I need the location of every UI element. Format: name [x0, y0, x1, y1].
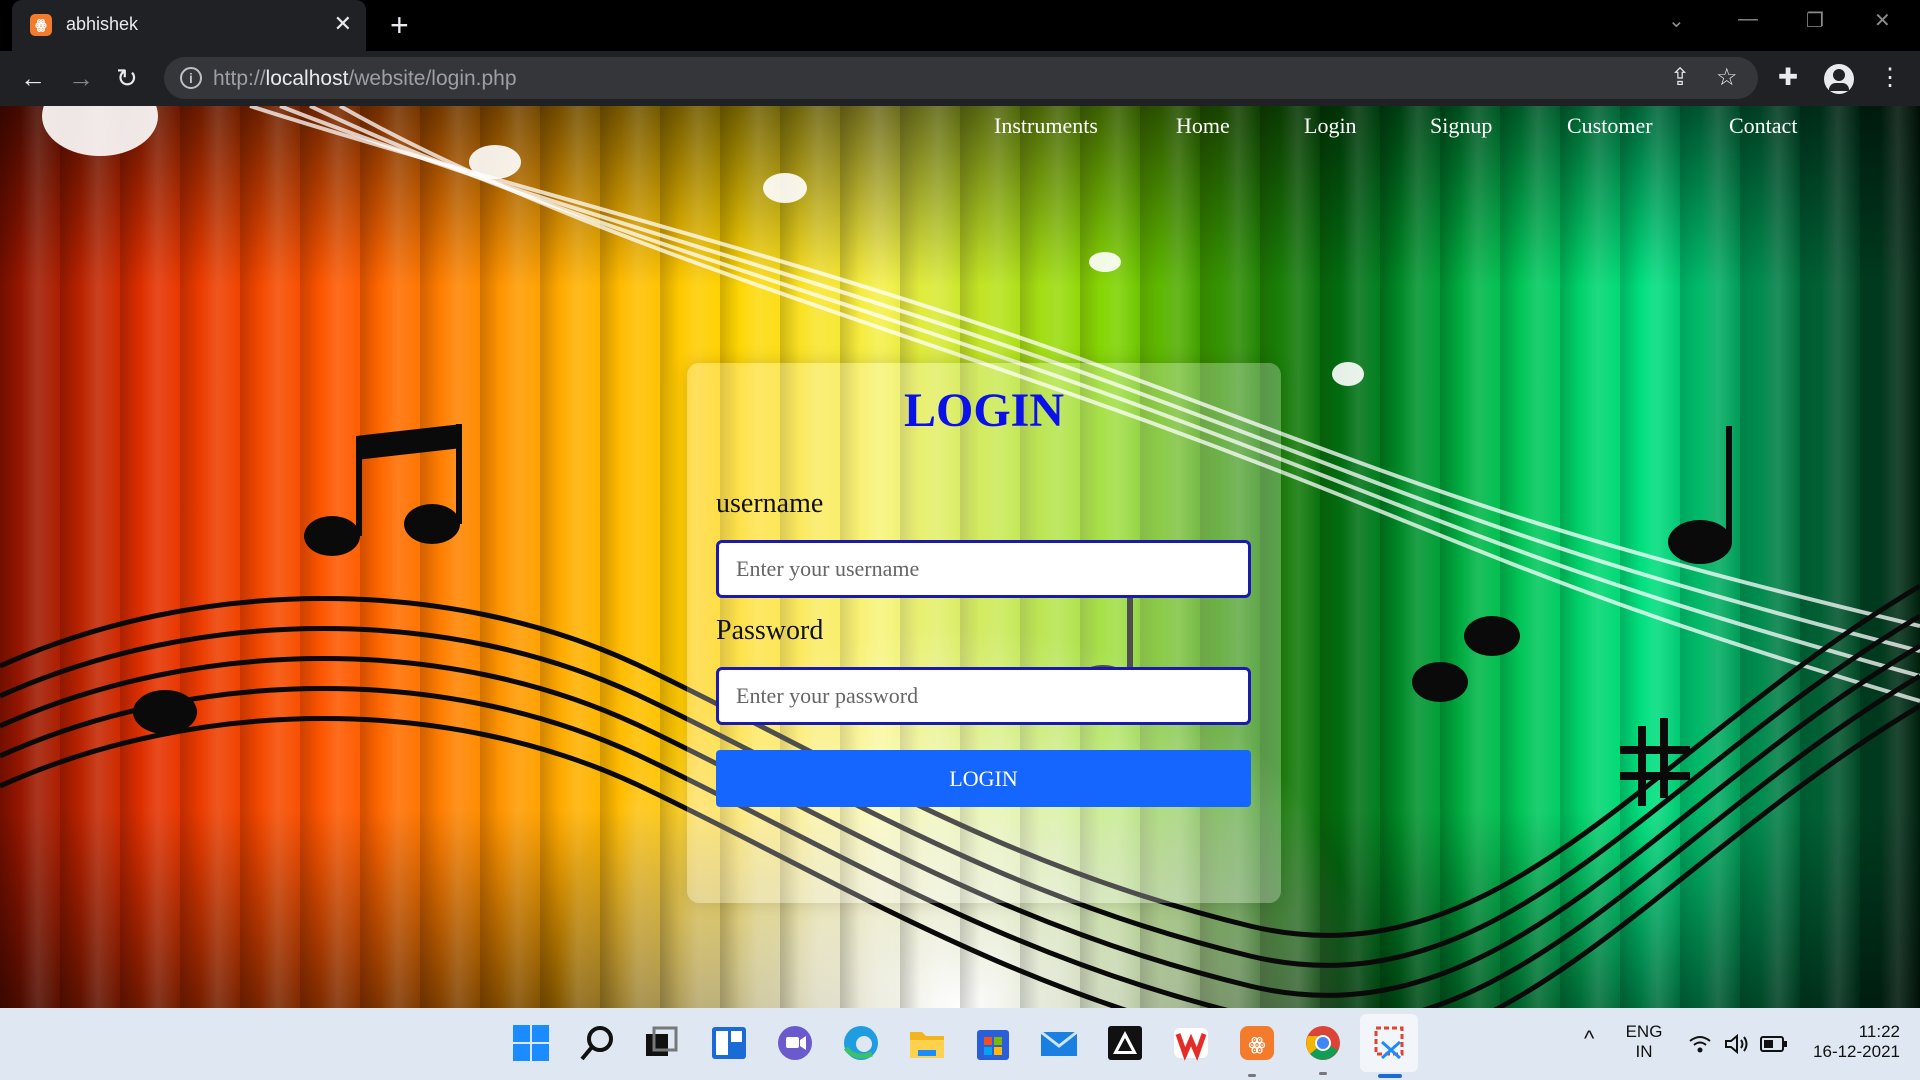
browser-titlebar: ꙮ abhishek ✕ + ⌄ — ❐ ✕: [0, 0, 1920, 51]
nav-customer[interactable]: Customer: [1567, 113, 1653, 139]
reload-button[interactable]: ↻: [116, 63, 138, 93]
windows-taskbar: ꙮ ^ ENG IN 11:22 16-12-2021: [0, 1008, 1920, 1080]
web-page: Instruments Home Login Signup Customer C…: [0, 106, 1920, 1008]
restore-button[interactable]: ❐: [1806, 8, 1824, 33]
wifi-icon[interactable]: [1688, 1034, 1712, 1054]
show-hidden-icons-icon[interactable]: ^: [1584, 1026, 1594, 1052]
browser-toolbar: ← → ↻ i http://localhost/website/login.p…: [0, 51, 1920, 106]
password-label: Password: [716, 615, 824, 646]
back-button[interactable]: ←: [20, 63, 46, 93]
language-code: ENG: [1625, 1022, 1663, 1041]
username-input[interactable]: [716, 540, 1251, 598]
nav-instruments[interactable]: Instruments: [994, 113, 1098, 139]
chrome-icon[interactable]: [1302, 1022, 1344, 1064]
extensions-icon[interactable]: ✚: [1778, 63, 1798, 92]
clock-date: 16-12-2021: [1813, 1042, 1900, 1061]
login-title: LOGIN: [903, 384, 1065, 437]
nav-login[interactable]: Login: [1304, 113, 1357, 139]
mail-icon[interactable]: [1038, 1022, 1080, 1064]
bookmark-star-icon[interactable]: ☆: [1716, 63, 1738, 92]
url-text[interactable]: http://localhost/website/login.php: [213, 67, 517, 91]
edge-icon[interactable]: [840, 1022, 882, 1064]
tab-title: abhishek: [66, 14, 139, 34]
nav-signup[interactable]: Signup: [1430, 113, 1492, 139]
wps-office-icon[interactable]: [1170, 1022, 1212, 1064]
tab-search-icon[interactable]: ⌄: [1668, 8, 1685, 33]
nav-home[interactable]: Home: [1176, 113, 1230, 139]
username-label: username: [716, 488, 824, 519]
language-indicator[interactable]: ENG IN: [1624, 1022, 1664, 1062]
snipping-tool-icon[interactable]: [1368, 1022, 1410, 1064]
url-path: /website/login.php: [348, 67, 517, 90]
xampp-running-indicator: [1248, 1074, 1256, 1077]
new-tab-button[interactable]: +: [390, 9, 409, 41]
language-region: IN: [1635, 1042, 1653, 1061]
nav-contact[interactable]: Contact: [1729, 113, 1797, 139]
chat-icon[interactable]: [774, 1022, 816, 1064]
xampp-icon[interactable]: ꙮ: [1236, 1022, 1278, 1064]
clock[interactable]: 11:22 16-12-2021: [1800, 1022, 1900, 1062]
close-tab-icon[interactable]: ✕: [334, 11, 352, 37]
xampp-favicon-icon: ꙮ: [30, 14, 52, 36]
login-form: LOGIN username Password LOGIN: [687, 363, 1281, 903]
address-bar[interactable]: i http://localhost/website/login.php ⇪ ☆: [164, 57, 1758, 99]
inkscape-icon[interactable]: [1104, 1022, 1146, 1064]
browser-tab[interactable]: ꙮ abhishek ✕: [12, 0, 366, 51]
svg-text:ꙮ: ꙮ: [1248, 1034, 1265, 1055]
start-icon[interactable]: [510, 1022, 552, 1064]
minimize-button[interactable]: —: [1738, 8, 1758, 31]
password-input[interactable]: [716, 667, 1251, 725]
url-scheme: http://: [213, 67, 266, 90]
widgets-icon[interactable]: [708, 1022, 750, 1064]
battery-icon[interactable]: [1760, 1035, 1788, 1053]
menu-icon[interactable]: ⋮: [1878, 63, 1902, 92]
clock-time: 11:22: [1858, 1022, 1900, 1041]
store-icon[interactable]: [972, 1022, 1014, 1064]
forward-button[interactable]: →: [68, 63, 94, 93]
login-button[interactable]: LOGIN: [716, 750, 1251, 807]
close-window-button[interactable]: ✕: [1874, 8, 1891, 33]
url-host: localhost: [265, 67, 349, 90]
profile-avatar-icon[interactable]: [1824, 64, 1854, 94]
site-info-icon[interactable]: i: [180, 67, 202, 89]
snipping-tool-active-indicator: [1378, 1074, 1402, 1078]
task-view-icon[interactable]: [640, 1022, 682, 1064]
share-icon[interactable]: ⇪: [1670, 63, 1690, 92]
file-explorer-icon[interactable]: [906, 1022, 948, 1064]
search-icon[interactable]: [576, 1022, 618, 1064]
chrome-running-indicator: [1319, 1072, 1327, 1075]
volume-icon[interactable]: [1724, 1033, 1750, 1055]
